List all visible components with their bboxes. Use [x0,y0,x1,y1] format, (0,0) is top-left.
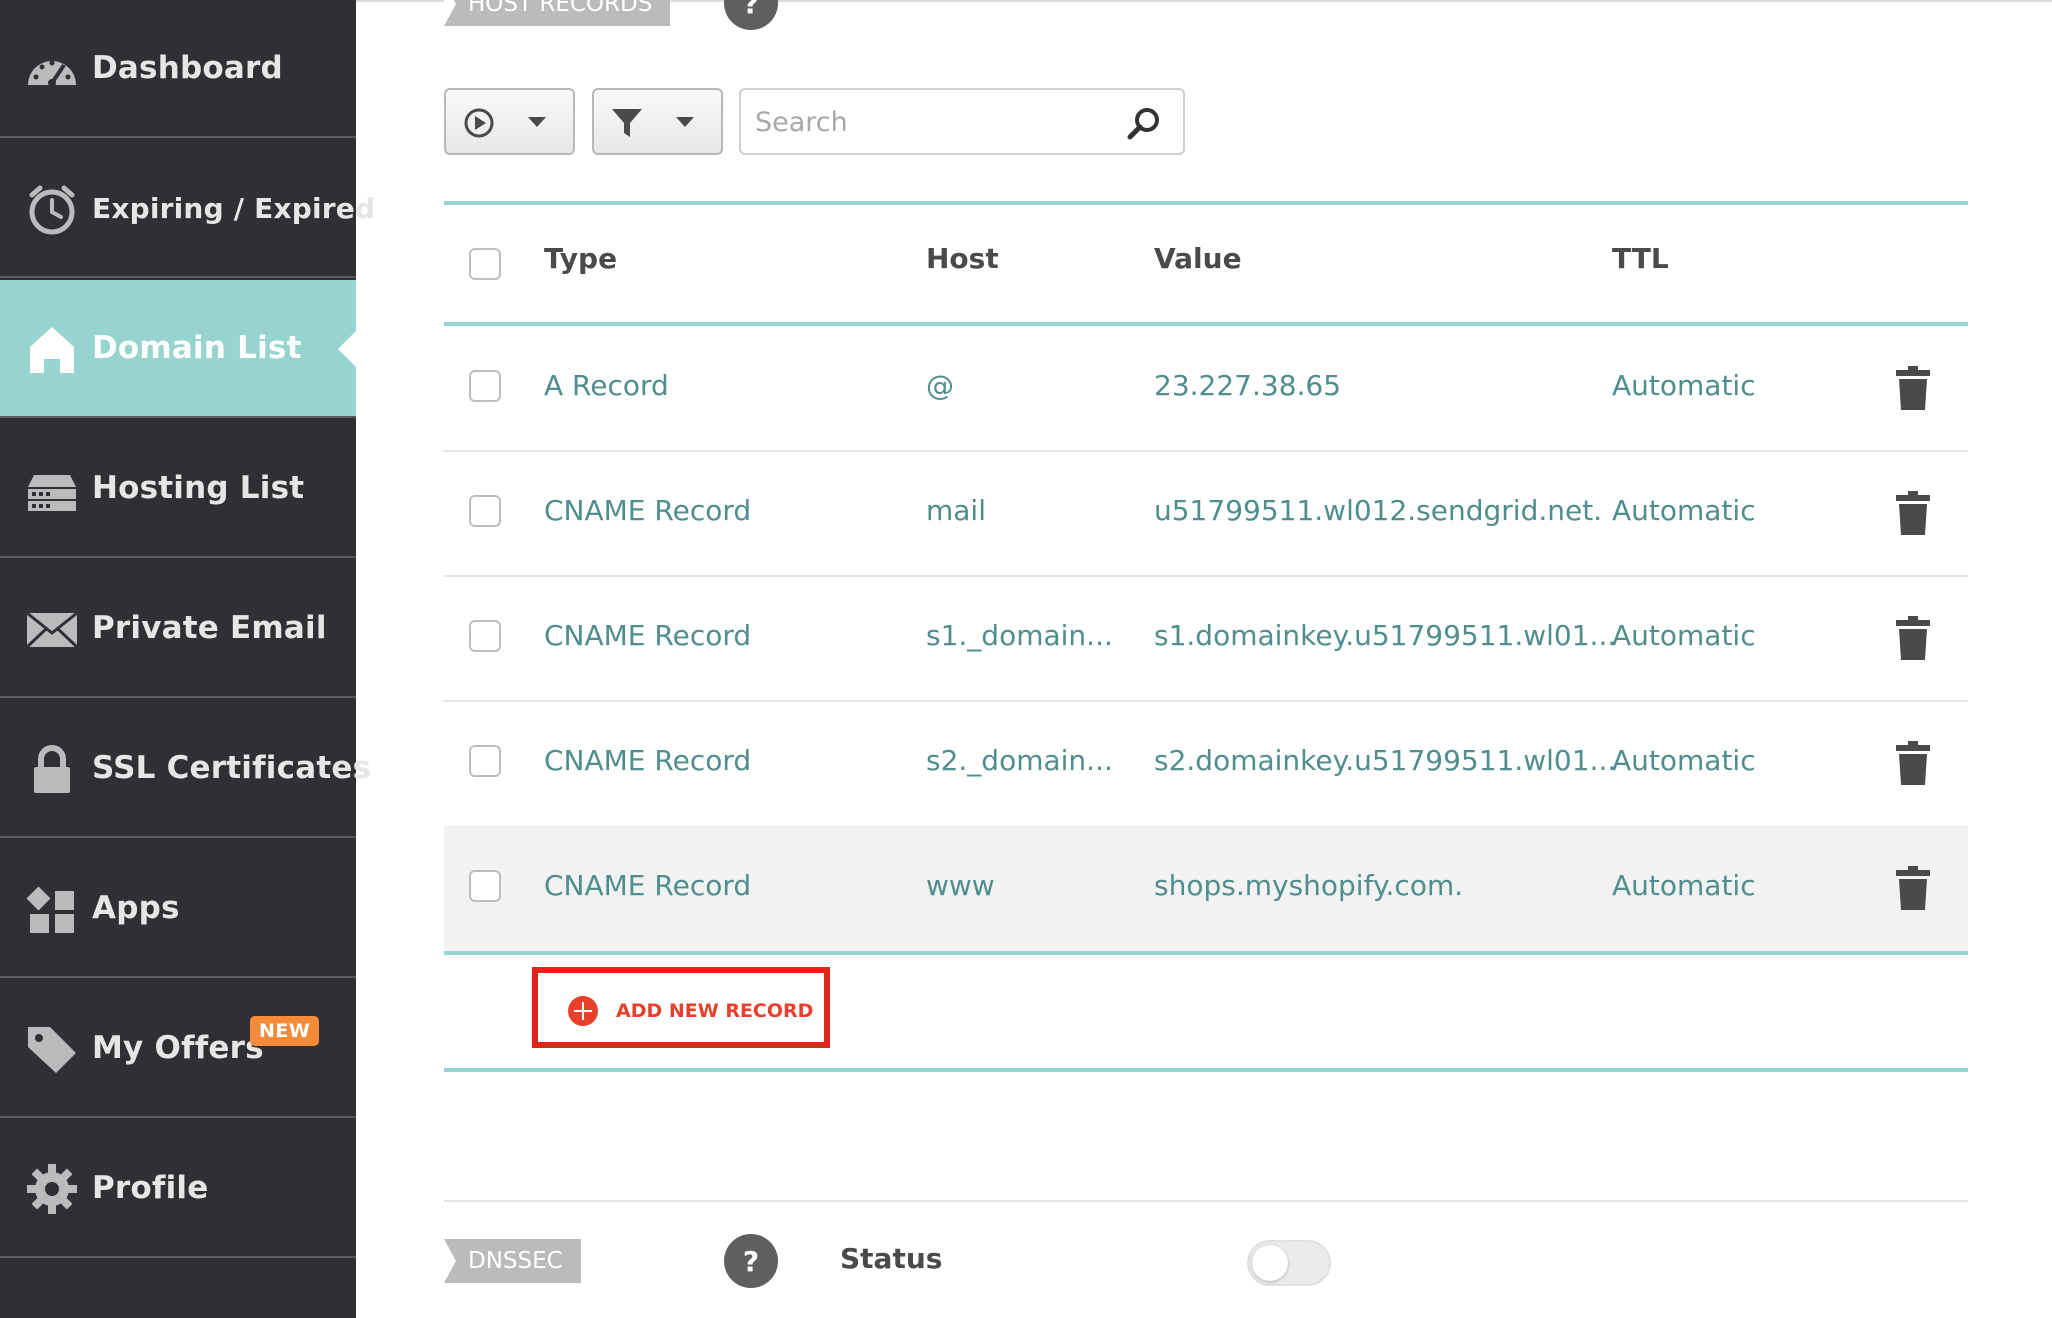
row-checkbox[interactable] [469,620,501,652]
toggle-knob [1252,1245,1288,1281]
table-row[interactable]: CNAME Record www shops.myshopify.com. Au… [444,826,1968,951]
dnssec-status-toggle[interactable] [1247,1240,1331,1286]
gear-icon [24,1161,80,1217]
sidebar-item-ssl-certificates[interactable]: SSL Certificates [0,700,371,838]
sidebar-item-label: Expiring / Expired [92,191,376,225]
search-icon[interactable] [1127,107,1161,141]
record-host[interactable]: mail [926,494,986,527]
lock-icon [24,741,80,797]
server-icon [24,461,80,517]
play-icon [464,108,494,138]
table-row[interactable]: CNAME Record s2._domain... s2.domainkey.… [444,701,1968,826]
record-host[interactable]: s1._domain... [926,619,1113,652]
dnssec-status-label: Status [840,1242,943,1275]
sidebar-item-my-offers[interactable]: My Offers NEW [0,980,356,1118]
dnssec-help-button[interactable]: ? [724,1234,778,1288]
select-all-checkbox[interactable] [469,248,501,280]
row-checkbox[interactable] [469,870,501,902]
add-new-record-label: ADD NEW RECORD [616,1000,814,1022]
trash-icon[interactable] [1896,741,1930,785]
record-ttl[interactable]: Automatic [1612,494,1756,527]
table-footer-divider [444,1068,1968,1072]
sidebar-item-private-email[interactable]: Private Email [0,560,356,698]
record-type[interactable]: CNAME Record [544,619,751,652]
sidebar-item-label: SSL Certificates [92,750,372,786]
record-type[interactable]: CNAME Record [544,494,751,527]
dnssec-section-label: DNSSEC [444,1239,581,1283]
home-icon [24,321,80,377]
sidebar-item-label: Private Email [92,610,327,646]
apps-grid-icon [24,881,80,937]
trash-icon[interactable] [1896,366,1930,410]
trash-icon[interactable] [1896,866,1930,910]
add-new-record-button[interactable]: ADD NEW RECORD [532,967,830,1048]
filter-dropdown-button[interactable] [592,88,723,155]
table-row[interactable]: CNAME Record s1._domain... s1.domainkey.… [444,576,1968,701]
record-ttl[interactable]: Automatic [1612,369,1756,402]
sidebar-item-label: Profile [92,1170,209,1206]
record-type[interactable]: A Record [544,369,669,402]
gauge-icon [24,41,80,97]
table-row[interactable]: CNAME Record mail u51799511.wl012.sendgr… [444,451,1968,576]
record-ttl[interactable]: Automatic [1612,619,1756,652]
sidebar-item-label: My Offers [92,1030,264,1066]
tag-icon [24,1021,80,1077]
record-value[interactable]: u51799511.wl012.sendgrid.net. [1154,494,1602,527]
envelope-icon [24,601,80,657]
record-value[interactable]: 23.227.38.65 [1154,369,1341,402]
trash-icon[interactable] [1896,616,1930,660]
new-badge: NEW [250,1016,320,1046]
sidebar-item-profile[interactable]: Profile [0,1120,356,1258]
host-records-help-button[interactable]: ? [724,0,778,30]
chevron-down-icon [676,117,694,127]
column-header-type[interactable]: Type [544,242,617,275]
sidebar-item-label: Domain List [92,330,302,366]
sidebar-item-domain-list[interactable]: Domain List [0,280,356,418]
row-checkbox[interactable] [469,745,501,777]
record-host[interactable]: s2._domain... [926,744,1113,777]
record-type[interactable]: CNAME Record [544,869,751,902]
host-records-section-label: HOST RECORDS [444,0,671,26]
record-value[interactable]: shops.myshopify.com. [1154,869,1463,902]
sidebar-item-hosting-list[interactable]: Hosting List [0,420,356,558]
table-row[interactable]: A Record @ 23.227.38.65 Automatic [444,326,1968,451]
record-ttl[interactable]: Automatic [1612,744,1756,777]
search-input[interactable] [755,102,1115,142]
search-field[interactable] [739,88,1185,155]
plus-circle-icon [568,996,598,1026]
record-ttl[interactable]: Automatic [1612,869,1756,902]
column-header-host[interactable]: Host [926,242,999,275]
sidebar-item-label: Dashboard [92,50,283,86]
sidebar-item-expiring[interactable]: Expiring / Expired [0,140,375,278]
table-top-divider [444,201,1968,205]
sidebar-item-apps[interactable]: Apps [0,840,356,978]
record-value[interactable]: s1.domainkey.u51799511.wl01... [1154,619,1616,652]
filter-icon [612,109,642,137]
record-host[interactable]: @ [926,369,954,402]
sidebar: Dashboard Expiring / Expired Domain List… [0,0,375,1318]
sidebar-item-label: Apps [92,890,180,926]
table-bottom-divider [444,951,1968,955]
sidebar-item-label: Hosting List [92,470,305,506]
dnssec-divider [444,1200,1968,1202]
chevron-down-icon [528,117,546,127]
timer-icon [24,181,80,237]
trash-icon[interactable] [1896,491,1930,535]
record-type[interactable]: CNAME Record [544,744,751,777]
row-checkbox[interactable] [469,370,501,402]
row-checkbox[interactable] [469,495,501,527]
record-value[interactable]: s2.domainkey.u51799511.wl01... [1154,744,1616,777]
column-header-ttl[interactable]: TTL [1612,242,1669,275]
sidebar-item-dashboard[interactable]: Dashboard [0,0,356,138]
record-host[interactable]: www [926,869,995,902]
column-header-value[interactable]: Value [1154,242,1242,275]
actions-dropdown-button[interactable] [444,88,575,155]
